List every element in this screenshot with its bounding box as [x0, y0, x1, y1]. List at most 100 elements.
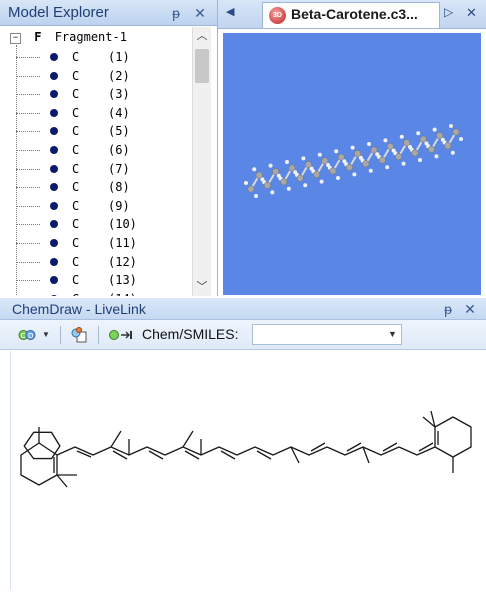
- hydrogen-atom: [416, 131, 421, 136]
- carbon-atom: [272, 168, 280, 176]
- collapse-icon[interactable]: −: [10, 33, 21, 44]
- tree-item-atom[interactable]: C (9): [0, 197, 190, 216]
- atom-dot-icon: [50, 164, 58, 173]
- atom-number: (6): [108, 143, 130, 157]
- model-explorer-panel: Model Explorer ᵽ ✕ − F Fragment-1 C (1) C (…: [0, 0, 218, 296]
- atom-number: (1): [108, 50, 130, 64]
- atom-number: (13): [108, 273, 137, 288]
- model-explorer-header: Model Explorer ᵽ ✕: [0, 0, 217, 26]
- hydrogen-atom: [391, 148, 396, 153]
- svg-text:D: D: [28, 332, 33, 340]
- sync-icon[interactable]: C D: [18, 326, 36, 344]
- atom-element: C: [72, 273, 80, 288]
- atom-dot-icon: [50, 294, 58, 296]
- tree-item-atom[interactable]: C (4): [0, 104, 190, 123]
- tree-item-atom[interactable]: C (2): [0, 67, 190, 86]
- livelink-toolbar: C D ▼ Chem/SMILES: ▼: [0, 320, 486, 350]
- carbon-atom: [304, 160, 312, 168]
- sync-dropdown-icon[interactable]: ▼: [42, 330, 50, 339]
- hydrogen-atom: [285, 160, 289, 164]
- atom-number: (2): [108, 68, 130, 83]
- hydrogen-atom: [276, 173, 281, 178]
- fragment-type-icon: F: [34, 30, 42, 44]
- scroll-down-icon[interactable]: ﹀: [193, 278, 211, 296]
- smiles-dropdown-icon[interactable]: ▼: [384, 325, 401, 344]
- close-icon[interactable]: ✕: [462, 300, 478, 318]
- 3d-model-viewport[interactable]: [223, 33, 481, 295]
- hydrogen-atom: [317, 152, 322, 157]
- carbon-atom: [386, 142, 394, 150]
- carbon-atom: [378, 156, 386, 164]
- tree-item-atom[interactable]: C (6): [0, 141, 190, 160]
- carbon-atom: [403, 139, 411, 147]
- hydrogen-atom: [309, 166, 314, 171]
- tree-item-atom[interactable]: C (7): [0, 160, 190, 179]
- structure-drawing: [20, 410, 472, 488]
- tab-scroll-left-icon[interactable]: ◀: [226, 5, 234, 18]
- import-smiles-icon[interactable]: [108, 326, 136, 344]
- hydrogen-atom: [244, 181, 248, 185]
- atom-dot-icon: [50, 239, 58, 247]
- hydrogen-atom: [434, 154, 439, 159]
- hydrogen-atom: [368, 168, 373, 173]
- atom-element: C: [72, 217, 80, 232]
- tree-item-atom[interactable]: C (10): [0, 215, 190, 234]
- hydrogen-atom: [459, 137, 463, 141]
- tab-scroll-right-icon[interactable]: ▷: [444, 5, 453, 19]
- hydrogen-atom: [418, 158, 422, 162]
- atom-dot-icon: [50, 90, 58, 99]
- hydrogen-atom: [399, 134, 404, 139]
- chem3d-file-icon: 3D: [269, 7, 286, 24]
- tree-item-atom[interactable]: C (12): [0, 253, 190, 272]
- carbon-atom: [370, 146, 378, 154]
- carbon-atom: [313, 171, 321, 179]
- ball-and-stick-model: [244, 124, 463, 198]
- chemdraw-canvas[interactable]: [10, 351, 486, 590]
- tree-connector: [16, 150, 40, 151]
- livelink-title: ChemDraw - LiveLink: [12, 301, 146, 317]
- atom-number: (12): [108, 254, 137, 269]
- scroll-up-icon[interactable]: ︿: [193, 27, 211, 45]
- model-tree: − F Fragment-1 C (1) C (2) C (3) C (4) C (5) C (6) C…: [0, 27, 190, 296]
- pin-icon[interactable]: ᵽ: [440, 300, 456, 318]
- tree-item-atom[interactable]: C (11): [0, 234, 190, 253]
- livelink-header: ChemDraw - LiveLink ᵽ ✕: [0, 298, 486, 320]
- tree-item-atom[interactable]: C (14): [0, 290, 190, 296]
- tree-item-atom[interactable]: C (3): [0, 85, 190, 104]
- carbon-atom: [395, 153, 403, 161]
- close-icon[interactable]: ✕: [192, 4, 208, 22]
- carbon-atom: [354, 150, 362, 158]
- smiles-input[interactable]: [252, 324, 402, 345]
- hydrogen-atom: [440, 137, 445, 142]
- tab-label: Beta-Carotene.c3...: [291, 6, 418, 22]
- carbon-atom: [255, 171, 263, 179]
- carbon-atom: [436, 132, 444, 140]
- carbon-atom: [419, 135, 427, 143]
- tree-item-atom[interactable]: C (8): [0, 178, 190, 197]
- scroll-thumb[interactable]: [195, 49, 209, 83]
- tree-connector: [16, 168, 40, 170]
- atom-element: C: [72, 50, 80, 64]
- hydrogen-atom: [352, 172, 357, 177]
- atom-dot-icon: [50, 220, 58, 229]
- tree-connector: [16, 261, 40, 263]
- pin-icon[interactable]: ᵽ: [168, 4, 184, 22]
- carbon-atom: [444, 142, 452, 150]
- svg-text:C: C: [21, 332, 26, 340]
- tab-close-icon[interactable]: ✕: [466, 5, 477, 21]
- copy-to-chemdraw-icon[interactable]: [70, 326, 88, 344]
- atom-element: C: [72, 290, 79, 296]
- tree-scrollbar[interactable]: ︿ ﹀: [192, 27, 211, 296]
- tree-item-atom[interactable]: C (1): [0, 48, 190, 67]
- tree-item-atom[interactable]: C (13): [0, 271, 190, 290]
- carbon-atom: [321, 157, 329, 165]
- atom-element: C: [72, 161, 80, 176]
- tree-item-atom[interactable]: C (5): [0, 122, 190, 141]
- atom-number: (3): [108, 87, 130, 102]
- atom-element: C: [72, 236, 80, 250]
- atom-dot-icon: [50, 108, 58, 117]
- model-explorer-title: Model Explorer: [8, 4, 109, 21]
- toolbar-separator: [98, 326, 99, 344]
- tab-beta-carotene[interactable]: 3D Beta-Carotene.c3...: [262, 2, 440, 28]
- tree-root-fragment[interactable]: − F Fragment-1: [10, 29, 127, 45]
